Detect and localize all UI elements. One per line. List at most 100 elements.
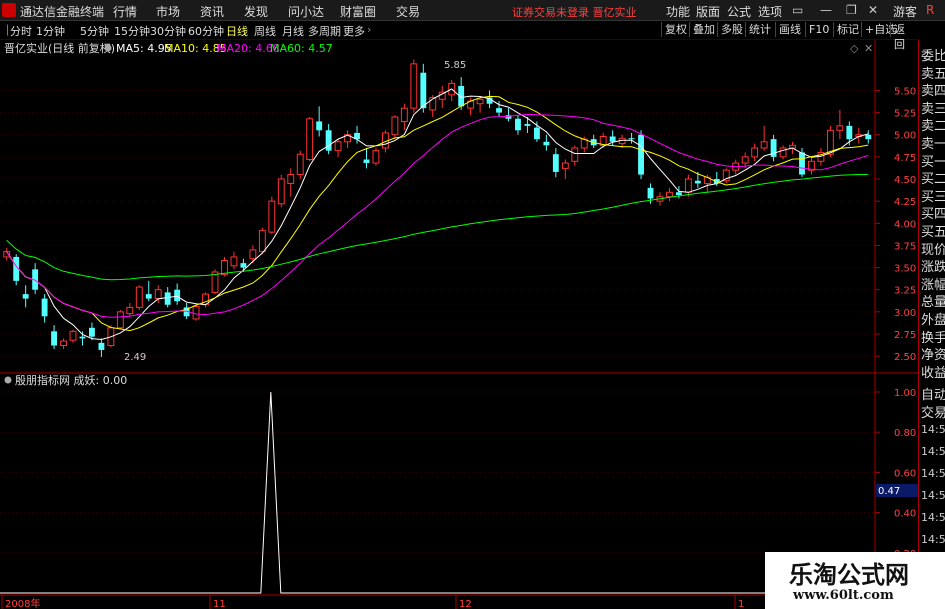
- candles-group: [3, 59, 872, 358]
- candle-body: [164, 292, 171, 305]
- side-panel-tab[interactable]: 自动: [921, 384, 945, 403]
- candle-body: [69, 330, 77, 341]
- candle-body: [89, 327, 95, 337]
- side-panel-item[interactable]: 净资: [921, 344, 945, 363]
- side-quote-panel: 委比 卖五 卖四 卖三 卖二 卖一 买一 买二 买三 买四 买五 现价 涨跌 涨幅 总量 外盘 换手 净资 收益自动…: [918, 40, 945, 609]
- menu-wealth[interactable]: 财富圈: [340, 3, 376, 20]
- side-panel-item[interactable]: 涨幅: [921, 274, 945, 293]
- mark-button[interactable]: 标记: [833, 22, 862, 37]
- candle-body: [799, 152, 805, 175]
- r-corner-label: R: [926, 3, 935, 17]
- trade-time: 14:56: [921, 467, 945, 480]
- candle-body: [741, 156, 749, 164]
- login-notice: 证券交易未登录 晋亿实业: [512, 6, 637, 19]
- menu-trade[interactable]: 交易: [396, 3, 420, 20]
- menu-formula[interactable]: 公式: [727, 3, 751, 20]
- side-panel-item[interactable]: 卖二: [921, 115, 945, 134]
- candle-body: [192, 306, 200, 320]
- side-panel-item[interactable]: 卖一: [921, 133, 945, 152]
- user-label[interactable]: 游客: [893, 3, 917, 20]
- draw-line-button[interactable]: 画线: [775, 22, 804, 37]
- minimize-icon[interactable]: —: [820, 3, 832, 17]
- side-panel-item[interactable]: 总量: [921, 291, 945, 310]
- side-panel-item[interactable]: 委比: [921, 45, 945, 64]
- candle-body: [268, 200, 276, 233]
- candle-body: [51, 331, 58, 346]
- candle-body: [258, 229, 266, 253]
- kline-chart[interactable]: 5.50 5.25 5.00 4.75 4.50 4.25 4.00 3.75 3.50 3.25…: [0, 40, 918, 609]
- period-tab-timeshare[interactable]: 分时: [10, 23, 32, 39]
- period-tab-15min[interactable]: 15分钟: [114, 23, 150, 39]
- side-panel-item[interactable]: 买五: [921, 221, 945, 240]
- more-chevron-icon[interactable]: ›: [367, 23, 371, 36]
- trade-time: 14:56: [921, 445, 945, 458]
- candle-body: [675, 192, 682, 195]
- side-panel-item[interactable]: 买一: [921, 151, 945, 170]
- candle-body: [306, 118, 314, 161]
- x-tick-label: 1: [738, 599, 744, 609]
- period-tab-5min[interactable]: 5分钟: [80, 23, 109, 39]
- side-panel-item[interactable]: 换手: [921, 327, 945, 346]
- side-panel-item[interactable]: 买四: [921, 203, 945, 222]
- menu-layout[interactable]: 版面: [696, 3, 720, 20]
- candle-body: [571, 147, 579, 162]
- period-tab-daily[interactable]: 日线: [226, 23, 248, 39]
- app-title: 通达信金融终端: [20, 5, 105, 19]
- sub-grid: [0, 391, 875, 554]
- period-tab-60min[interactable]: 60分钟: [188, 23, 224, 39]
- candle-body: [684, 178, 692, 193]
- candle-body: [760, 141, 768, 149]
- period-tab-1min[interactable]: 1分钟: [36, 23, 65, 39]
- side-panel-item[interactable]: 现价: [921, 239, 945, 258]
- candle-body: [476, 98, 484, 105]
- menu-quotes[interactable]: 行情: [113, 3, 137, 20]
- side-panel-item[interactable]: 买二: [921, 168, 945, 187]
- side-panel-item[interactable]: 买三: [921, 186, 945, 205]
- candle-body: [865, 134, 872, 140]
- overlay-button[interactable]: 叠加: [689, 22, 718, 37]
- candle-body: [410, 63, 418, 109]
- price-tick-label: 5.50: [894, 86, 916, 97]
- menu-function[interactable]: 功能: [666, 3, 690, 20]
- side-panel-item[interactable]: 涨跌: [921, 256, 945, 275]
- candle-body: [638, 134, 644, 175]
- adjust-button[interactable]: 复权: [661, 22, 690, 37]
- restore-icon[interactable]: ❐: [846, 3, 857, 17]
- period-tab-more[interactable]: 更多: [343, 23, 365, 39]
- side-panel-item[interactable]: 卖四: [921, 80, 945, 99]
- chart-close-icon[interactable]: ✕: [864, 42, 873, 55]
- price-tick-label: 4.25: [894, 197, 916, 208]
- stats-button[interactable]: 统计: [745, 22, 774, 37]
- window-menu-icon[interactable]: ▭: [792, 3, 803, 17]
- menu-discover[interactable]: 发现: [244, 3, 268, 20]
- period-tab-30min[interactable]: 30分钟: [150, 23, 186, 39]
- candle-body: [515, 118, 521, 131]
- menu-market[interactable]: 市场: [156, 3, 180, 20]
- menu-news[interactable]: 资讯: [200, 3, 224, 20]
- candle-body: [287, 174, 295, 184]
- close-icon[interactable]: ✕: [868, 3, 878, 17]
- back-button[interactable]: 返回: [890, 22, 918, 51]
- menu-ask[interactable]: 问小达: [288, 3, 324, 20]
- candle-body: [524, 124, 531, 126]
- ma-settings-icon[interactable]: [104, 44, 112, 52]
- price-tick-label: 5.00: [894, 131, 916, 142]
- watermark-url: www.60lt.com: [793, 588, 894, 603]
- side-panel-item[interactable]: 收益: [921, 362, 945, 381]
- price-tick-label: 3.25: [894, 286, 916, 297]
- f10-button[interactable]: F10: [805, 22, 832, 37]
- period-tab-weekly[interactable]: 周线: [254, 23, 276, 39]
- side-panel-item[interactable]: 卖五: [921, 63, 945, 82]
- trade-time: 14:56: [921, 489, 945, 502]
- candle-body: [552, 154, 559, 172]
- side-panel-tab[interactable]: 交易: [921, 402, 945, 421]
- side-panel-item[interactable]: 卖三: [921, 98, 945, 117]
- period-tab-multi[interactable]: 多周期: [308, 23, 341, 39]
- diamond-icon[interactable]: ◇: [850, 42, 859, 55]
- multi-stock-button[interactable]: 多股: [717, 22, 746, 37]
- side-panel-item[interactable]: 外盘: [921, 309, 945, 328]
- menu-options[interactable]: 选项: [758, 3, 782, 20]
- indicator-settings-icon[interactable]: [4, 376, 12, 384]
- sub-axis: 1.000.800.600.400.20: [875, 388, 916, 560]
- period-tab-monthly[interactable]: 月线: [282, 23, 304, 39]
